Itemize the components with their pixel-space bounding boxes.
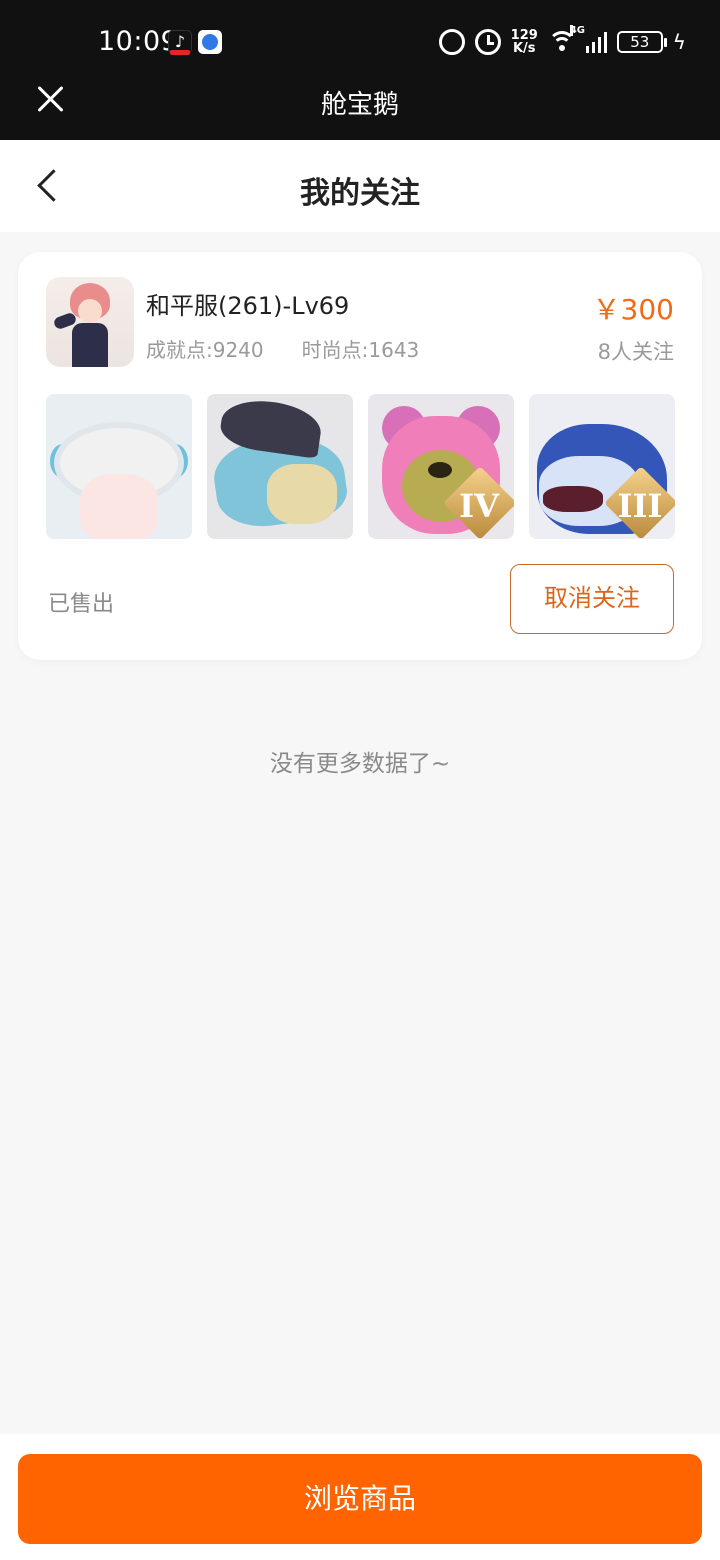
alarm-icon	[474, 29, 501, 55]
sold-status: 已售出	[48, 592, 115, 617]
fashion-points: 时尚点:1643	[301, 338, 420, 362]
status-bar: 10:09 ♪ 129 K/s 4G 53 ϟ	[0, 0, 720, 84]
item-title: 和平服(261)-Lv69	[146, 292, 350, 320]
nfc-icon	[438, 29, 465, 55]
page-header: 我的关注	[0, 140, 720, 232]
bottom-bar: 浏览商品	[0, 1434, 720, 1560]
item-stats: 成就点:9240 时尚点:1643	[146, 334, 419, 363]
rank-badge-label: III	[617, 487, 663, 525]
character-avatar	[46, 277, 134, 367]
topbar: 10:09 ♪ 129 K/s 4G 53 ϟ 舱宝鹅	[0, 0, 720, 140]
tiktok-notification-icon: ♪	[168, 30, 192, 55]
thumbnail-image[interactable]: III	[529, 394, 675, 539]
item-thumbnails: IV III	[46, 394, 675, 539]
thumbnail-image[interactable]	[207, 394, 353, 539]
status-time: 10:09	[98, 26, 179, 57]
thumbnail-image[interactable]	[46, 394, 192, 539]
thumbnail-image[interactable]: IV	[368, 394, 514, 539]
list-end-text: 没有更多数据了~	[269, 751, 451, 777]
battery-icon: 53	[616, 31, 667, 53]
item-price: ￥300	[592, 293, 674, 326]
browser-notification-icon	[198, 30, 222, 54]
network-speed: 129 K/s	[511, 29, 538, 55]
follower-count: 8人关注	[597, 340, 674, 364]
achievement-points: 成就点:9240	[146, 338, 264, 362]
charging-icon: ϟ	[672, 30, 686, 54]
network-speed-unit: K/s	[512, 41, 536, 56]
page-title: 我的关注	[300, 176, 420, 211]
status-icons: 129 K/s 4G 53 ϟ	[438, 25, 686, 58]
followed-item-card[interactable]: 和平服(261)-Lv69 成就点:9240 时尚点:1643 ￥300 8人关…	[18, 252, 702, 660]
rank-badge-label: IV	[459, 487, 499, 525]
miniapp-header: 舱宝鹅	[0, 84, 720, 140]
network-type: 4G	[569, 25, 585, 36]
miniapp-title: 舱宝鹅	[320, 90, 399, 120]
signal-icon: 4G	[569, 25, 607, 53]
unfollow-button[interactable]: 取消关注	[510, 564, 674, 634]
browse-products-button[interactable]: 浏览商品	[18, 1454, 702, 1544]
